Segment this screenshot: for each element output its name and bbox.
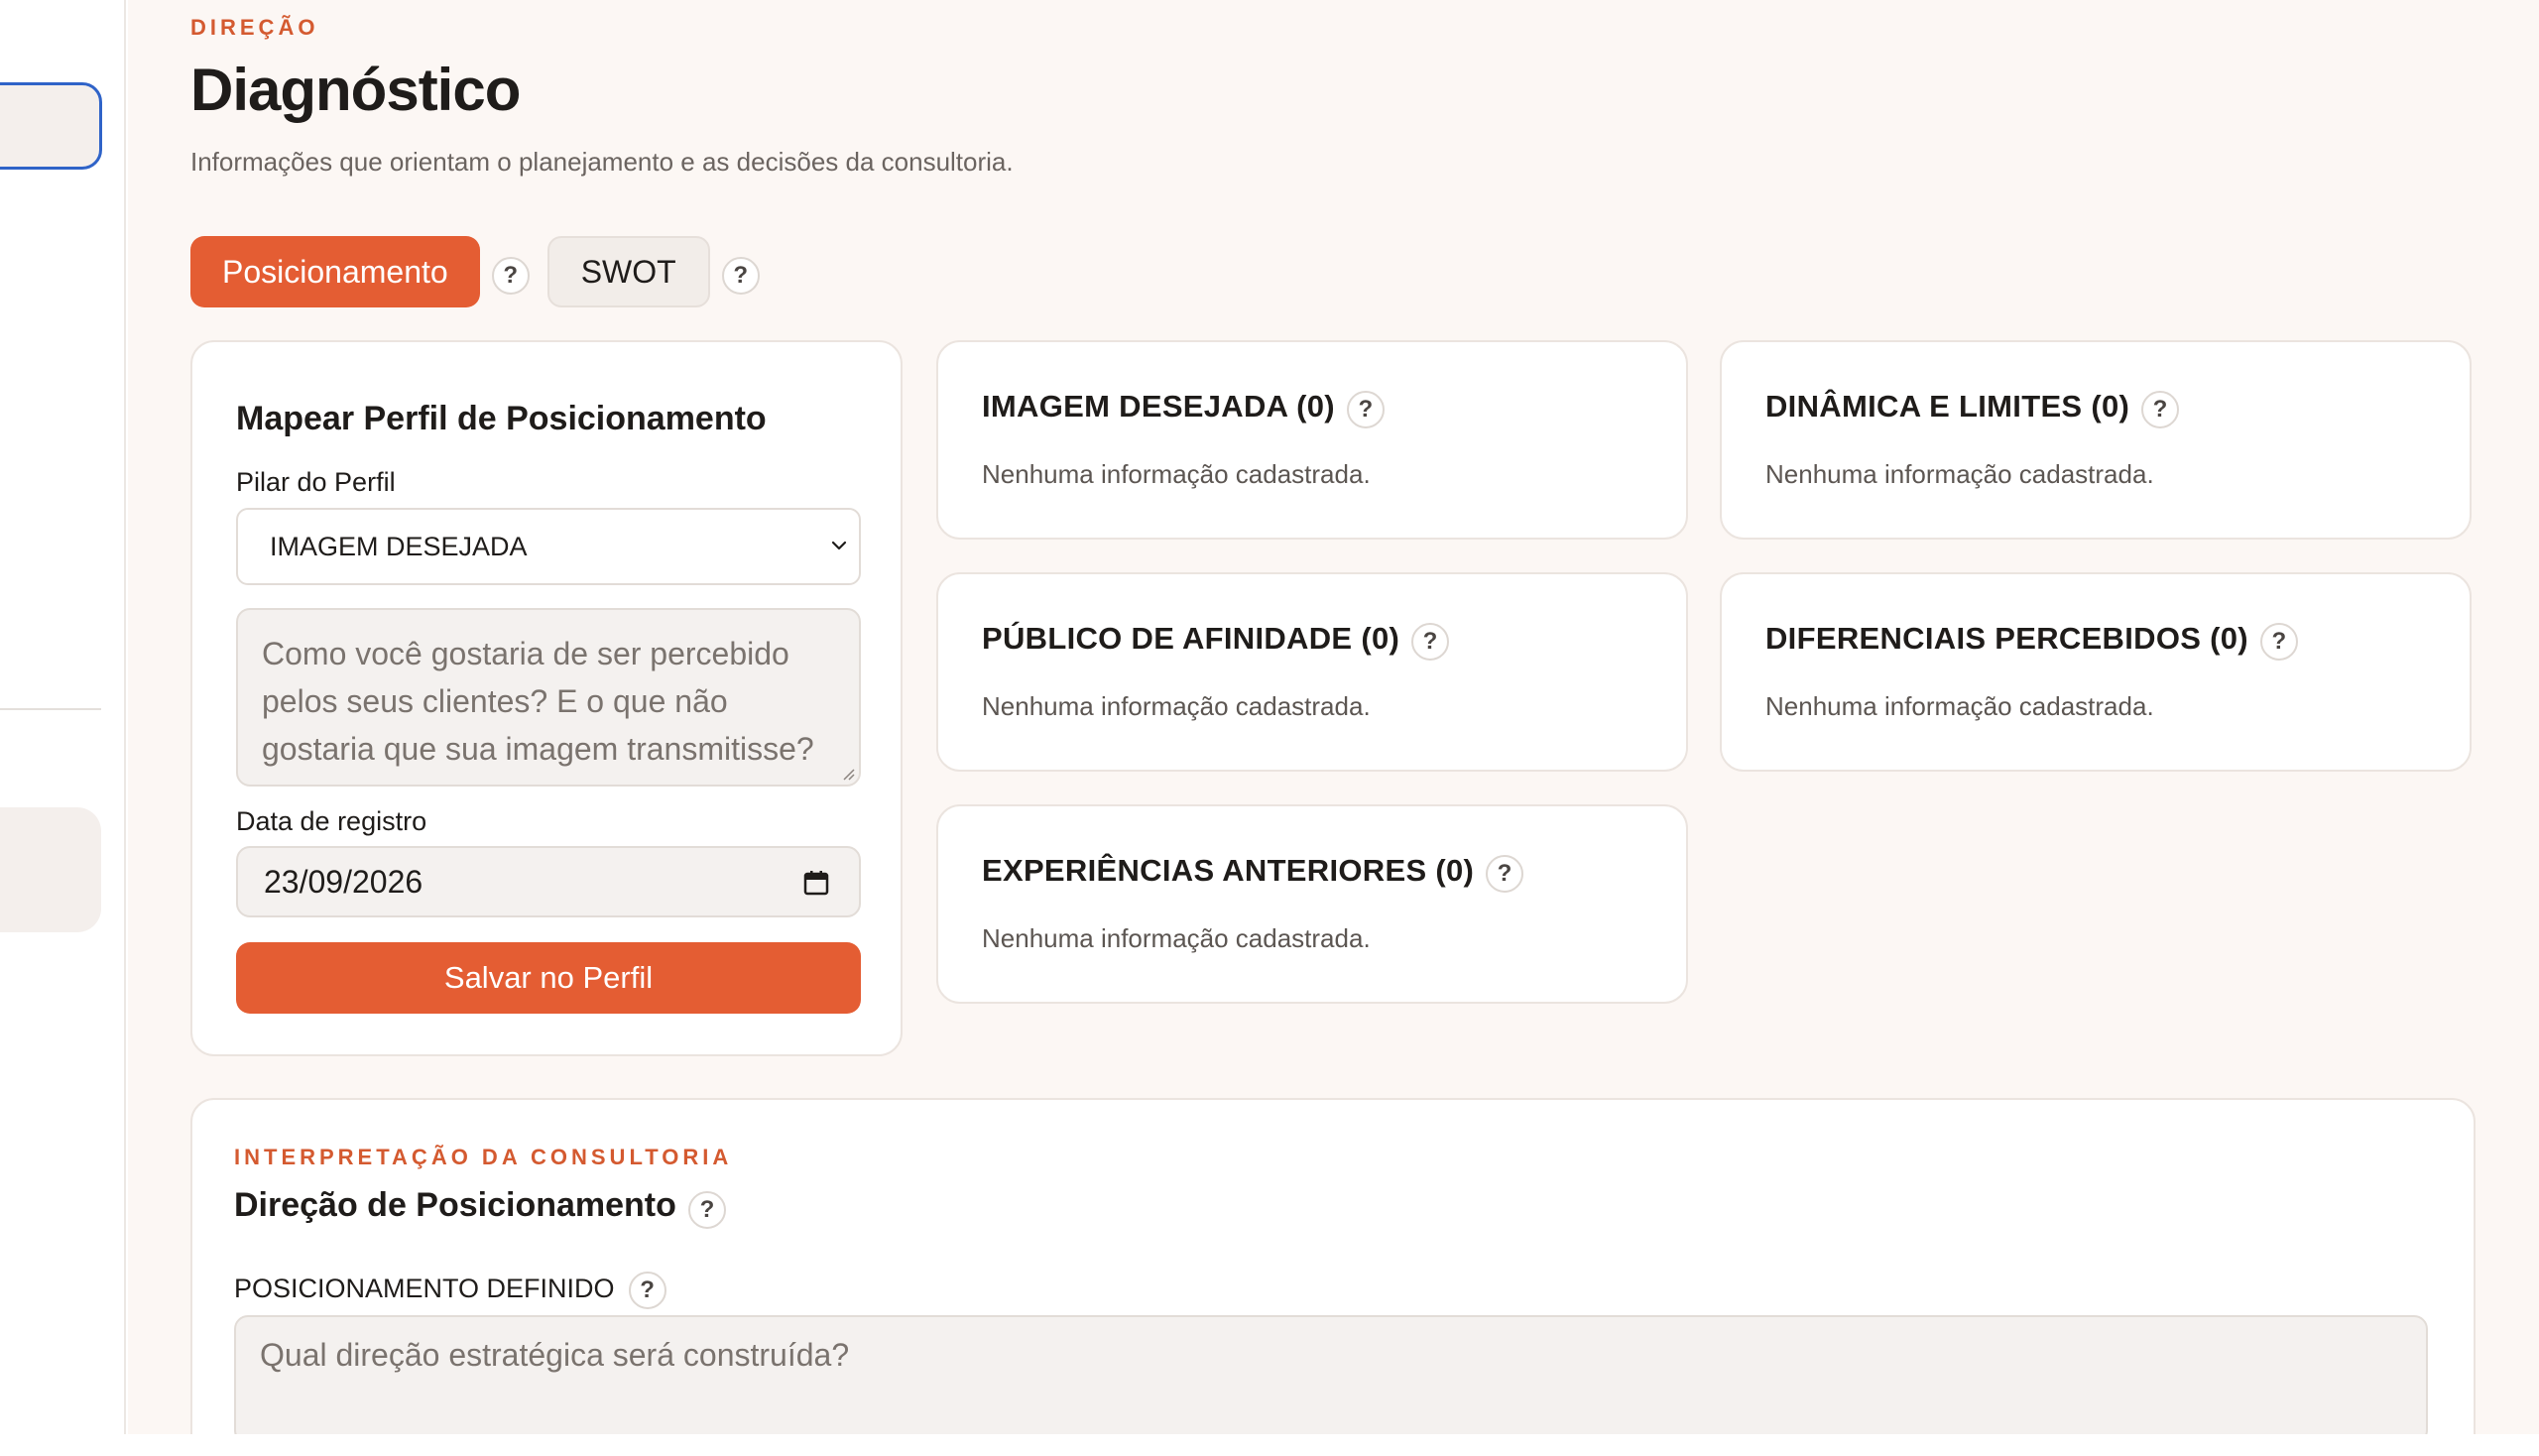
pillar-label: Pilar do Perfil <box>236 467 396 497</box>
help-circle-icon[interactable]: ? <box>1346 391 1385 428</box>
sidebar-divider <box>0 708 101 710</box>
pillar-card-empty-text: Nenhuma informação cadastrada. <box>982 691 1371 721</box>
positioning-field-label-text: POSICIONAMENTO DEFINIDO <box>234 1273 615 1303</box>
profile-form-card: Mapear Perfil de Posicionamento Pilar do… <box>190 340 903 1056</box>
pillar-card-title-text: IMAGEM DESEJADA (0) <box>982 389 1335 424</box>
pillar-card-empty-text: Nenhuma informação cadastrada. <box>1765 459 2154 489</box>
help-circle-icon[interactable]: ? <box>687 1190 726 1229</box>
help-circle-icon[interactable]: ? <box>2259 623 2298 661</box>
pillar-card-empty-text: Nenhuma informação cadastrada. <box>1765 691 2154 721</box>
date-input[interactable]: 23/09/2026 <box>236 846 861 917</box>
page-subtitle: Informações que orientam o planejamento … <box>190 147 1014 177</box>
date-label: Data de registro <box>236 806 427 836</box>
chevron-down-icon <box>831 541 847 550</box>
help-circle-icon[interactable]: ? <box>721 257 760 295</box>
positioning-field-label: POSICIONAMENTO DEFINIDO ? <box>234 1270 666 1309</box>
tab-bar: Posicionamento ? SWOT ? <box>190 236 778 307</box>
pillar-card-title: EXPERIÊNCIAS ANTERIORES (0) ? <box>982 852 1524 893</box>
help-circle-icon[interactable]: ? <box>491 257 530 295</box>
sidebar-item-active[interactable] <box>0 82 102 170</box>
date-value: 23/09/2026 <box>264 863 423 900</box>
sidebar <box>0 0 126 1434</box>
pillar-card-title: DIFERENCIAIS PERCEBIDOS (0) ? <box>1765 620 2298 661</box>
tab-swot[interactable]: SWOT <box>546 236 710 307</box>
pillar-select-value: IMAGEM DESEJADA <box>270 531 528 561</box>
help-circle-icon[interactable]: ? <box>1411 623 1450 661</box>
main-content: DIREÇÃO Diagnóstico Informações que orie… <box>128 0 2539 1434</box>
calendar-icon[interactable] <box>801 868 831 898</box>
app-window: DIREÇÃO Diagnóstico Informações que orie… <box>0 0 2539 1456</box>
save-profile-button[interactable]: Salvar no Perfil <box>236 942 861 1014</box>
help-circle-icon[interactable]: ? <box>628 1272 666 1309</box>
pillar-description-textarea[interactable]: Como você gostaria de ser percebido pelo… <box>236 608 861 787</box>
pillar-card-title: IMAGEM DESEJADA (0) ? <box>982 388 1385 428</box>
textarea-placeholder: Como você gostaria de ser percebido pelo… <box>262 636 814 767</box>
pillar-card-experiencias-anteriores: EXPERIÊNCIAS ANTERIORES (0) ? Nenhuma in… <box>936 804 1688 1004</box>
pillar-card-title: DINÂMICA E LIMITES (0) ? <box>1765 388 2180 428</box>
pillar-card-empty-text: Nenhuma informação cadastrada. <box>982 923 1371 953</box>
pillar-card-title-text: PÚBLICO DE AFINIDADE (0) <box>982 621 1400 656</box>
resize-handle-icon[interactable] <box>839 765 855 781</box>
page-eyebrow: DIREÇÃO <box>190 15 319 40</box>
pillar-card-title-text: DIFERENCIAIS PERCEBIDOS (0) <box>1765 621 2248 656</box>
pillar-card-title-text: EXPERIÊNCIAS ANTERIORES (0) <box>982 853 1475 888</box>
help-circle-icon[interactable]: ? <box>1486 855 1524 893</box>
sidebar-item[interactable] <box>0 807 101 932</box>
interpretation-eyebrow: INTERPRETAÇÃO DA CONSULTORIA <box>234 1145 733 1169</box>
pillar-card-diferenciais-percebidos: DIFERENCIAIS PERCEBIDOS (0) ? Nenhuma in… <box>1720 572 2472 772</box>
positioning-placeholder: Qual direção estratégica será construída… <box>260 1337 850 1373</box>
tab-posicionamento[interactable]: Posicionamento <box>190 236 480 307</box>
pillar-card-imagem-desejada: IMAGEM DESEJADA (0) ? Nenhuma informação… <box>936 340 1688 540</box>
pillar-select[interactable]: IMAGEM DESEJADA <box>236 508 861 585</box>
pillar-card-empty-text: Nenhuma informação cadastrada. <box>982 459 1371 489</box>
form-title: Mapear Perfil de Posicionamento <box>236 400 767 437</box>
pillar-card-publico-de-afinidade: PÚBLICO DE AFINIDADE (0) ? Nenhuma infor… <box>936 572 1688 772</box>
interpretation-title: Direção de Posicionamento ? <box>234 1186 726 1229</box>
pillar-card-title: PÚBLICO DE AFINIDADE (0) ? <box>982 620 1450 661</box>
pillar-card-dinamica-e-limites: DINÂMICA E LIMITES (0) ? Nenhuma informa… <box>1720 340 2472 540</box>
help-circle-icon[interactable]: ? <box>2141 391 2180 428</box>
page-title: Diagnóstico <box>190 57 521 123</box>
interpretation-title-text: Direção de Posicionamento <box>234 1186 676 1224</box>
positioning-textarea[interactable]: Qual direção estratégica será construída… <box>234 1315 2428 1434</box>
pillar-card-title-text: DINÂMICA E LIMITES (0) <box>1765 389 2130 424</box>
